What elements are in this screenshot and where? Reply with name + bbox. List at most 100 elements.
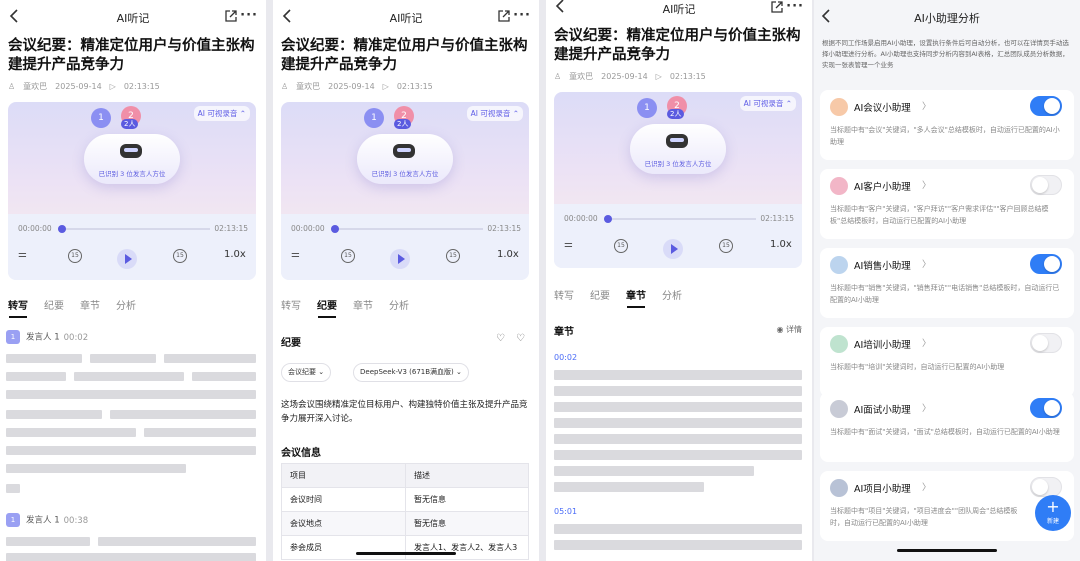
assistant-name: AI培训小助理 <box>854 340 911 351</box>
document-meta: ♙ 童欢巴 2025-09-14 ▷ 02:13:15 <box>554 71 714 82</box>
chevron-right-icon[interactable]: 〉 <box>922 99 931 112</box>
assistant-toggle[interactable] <box>1030 254 1062 274</box>
progress-thumb[interactable] <box>331 225 339 233</box>
table-header: 项目 <box>281 463 406 488</box>
more-icon[interactable]: ··· <box>240 8 258 23</box>
total-time: 02:13:15 <box>487 224 521 233</box>
record-duration: 02:13:15 <box>396 82 433 91</box>
playback-speed[interactable]: 1.0x <box>497 249 519 267</box>
chevron-right-icon[interactable]: 〉 <box>922 178 931 191</box>
settings-sliders-icon[interactable]: ⚌ <box>291 249 300 267</box>
ai-visual-recording-tag[interactable]: AI 可视录音 ⌃ <box>739 96 796 111</box>
author-icon: ♙ <box>281 82 289 91</box>
summary-text: 这场会议围绕精准定位目标用户、构建独特价值主张及提升产品竞争力展开深入讨论。 <box>281 400 528 424</box>
document-title: 会议纪要：精准定位用户与价值主张构建提升产品竞争力 <box>281 38 528 73</box>
detail-link[interactable]: ◉ 详情 <box>776 324 802 335</box>
thumbs-down-icon[interactable]: ♡ <box>496 333 505 344</box>
play-button[interactable] <box>663 239 683 259</box>
tab-analysis[interactable]: 分析 <box>662 291 682 302</box>
progress-bar[interactable] <box>58 225 210 233</box>
progress-bar[interactable] <box>604 215 756 223</box>
assistant-card[interactable]: AI培训小助理 〉 当标题中有"培训"关键词时，自动运行已配置的AI小助理 <box>820 327 1074 397</box>
assistant-toggle[interactable] <box>1030 333 1062 353</box>
playback-speed[interactable]: 1.0x <box>224 249 246 267</box>
tab-analysis[interactable]: 分析 <box>116 301 136 312</box>
table-cell: 参会成员 <box>281 535 406 560</box>
tab-chapters[interactable]: 章节 <box>626 291 646 302</box>
assistant-toggle[interactable] <box>1030 477 1062 497</box>
ai-visual-recording-tag[interactable]: AI 可视录音 ⌃ <box>193 106 250 121</box>
play-button[interactable] <box>390 249 410 269</box>
settings-sliders-icon[interactable]: ⚌ <box>564 239 573 257</box>
document-title: 会议纪要：精准定位用户与价值主张构建提升产品竞争力 <box>8 38 255 73</box>
tab-summary[interactable]: 纪要 <box>590 291 610 302</box>
assistant-card[interactable]: AI销售小助理 〉 当标题中有"销售"关键词，"销售拜访""电话销售"总结模板时… <box>820 248 1074 318</box>
table-cell: 暂无信息 <box>405 511 529 536</box>
speaker-detect-label: 已识别 3 位发言人方位 <box>644 160 712 168</box>
speaker-detect-label: 已识别 3 位发言人方位 <box>371 170 439 178</box>
tab-analysis[interactable]: 分析 <box>389 301 409 312</box>
chevron-right-icon[interactable]: 〉 <box>922 480 931 493</box>
tab-chapters[interactable]: 章节 <box>353 301 373 312</box>
chevron-right-icon[interactable]: 〉 <box>922 336 931 349</box>
assistant-toggle[interactable] <box>1030 175 1062 195</box>
settings-sliders-icon[interactable]: ⚌ <box>18 249 27 267</box>
transcript-screen: AI听记 ··· 会议纪要：精准定位用户与价值主张构建提升产品竞争力 ♙ 童欢巴 2… <box>0 0 266 561</box>
rewind-15-icon[interactable]: 15 <box>341 249 355 263</box>
assistant-name: AI项目小助理 <box>854 484 911 495</box>
rewind-15-icon[interactable]: 15 <box>614 239 628 253</box>
audio-player: AI 可视录音 ⌃ 1 2 2人 已识别 3 位发言人方位 00:00:00 0… <box>8 102 256 280</box>
tab-transcript[interactable]: 转写 <box>281 301 301 312</box>
share-icon[interactable] <box>224 9 238 23</box>
device-lens <box>120 144 142 158</box>
ai-visual-recording-tag[interactable]: AI 可视录音 ⌃ <box>466 106 523 121</box>
assistant-card[interactable]: AI会议小助理 〉 当标题中有"会议"关键词，"多人会议"总结模板时，自动运行已… <box>820 90 1074 160</box>
thumbs-up-icon[interactable]: ♡ <box>516 333 525 344</box>
assistant-avatar-icon <box>830 400 848 418</box>
meeting-info-title: 会议信息 <box>281 448 321 459</box>
template-select-label: 会议纪要 ⌄ <box>288 368 325 376</box>
assistant-toggle[interactable] <box>1030 398 1062 418</box>
device-lens <box>393 144 415 158</box>
top-bar: AI听记 ··· <box>273 0 539 34</box>
forward-15-icon[interactable]: 15 <box>446 249 460 263</box>
new-assistant-button[interactable]: + 新建 <box>1035 495 1071 531</box>
transcript-entry-header[interactable]: 1 发言人 1 00:02 <box>6 330 88 344</box>
assistant-toggle[interactable] <box>1030 96 1062 116</box>
progress-thumb[interactable] <box>58 225 66 233</box>
tab-transcript[interactable]: 转写 <box>554 291 574 302</box>
record-duration: 02:13:15 <box>669 72 706 81</box>
transcript-entry-header[interactable]: 1 发言人 1 00:38 <box>6 513 88 527</box>
forward-15-icon[interactable]: 15 <box>173 249 187 263</box>
speaker-1-marker[interactable]: 1 <box>91 108 111 128</box>
chevron-right-icon[interactable]: 〉 <box>922 257 931 270</box>
forward-15-icon[interactable]: 15 <box>719 239 733 253</box>
chapter-timestamp[interactable]: 05:01 <box>554 507 577 516</box>
assistant-card[interactable]: AI客户小助理 〉 当标题中有"客户"关键词，"客户拜访""客户需求评估""客户… <box>820 169 1074 239</box>
chevron-right-icon[interactable]: 〉 <box>922 401 931 414</box>
tab-chapters[interactable]: 章节 <box>80 301 100 312</box>
progress-bar[interactable] <box>331 225 483 233</box>
share-icon[interactable] <box>497 9 511 23</box>
tab-summary[interactable]: 纪要 <box>44 301 64 312</box>
playback-speed[interactable]: 1.0x <box>770 239 792 257</box>
rewind-15-icon[interactable]: 15 <box>68 249 82 263</box>
more-icon[interactable]: ··· <box>513 8 531 23</box>
template-select[interactable]: 会议纪要 ⌄ <box>281 363 332 382</box>
more-icon[interactable]: ··· <box>786 0 804 14</box>
tab-summary[interactable]: 纪要 <box>317 301 337 312</box>
assistant-card[interactable]: AI面试小助理 〉 当标题中有"面试"关键词，"面试"总结模板时，自动运行已配置… <box>820 392 1074 462</box>
tab-transcript[interactable]: 转写 <box>8 301 28 312</box>
table-cell: 发言人1、发言人2、发言人3 <box>405 535 529 560</box>
speaker-1-marker[interactable]: 1 <box>364 108 384 128</box>
model-select[interactable]: DeepSeek-V3 (671B满血版) ⌄ <box>353 363 469 382</box>
audio-player: AI 可视录音 ⌃ 1 2 2人 已识别 3 位发言人方位 00:00:00 0… <box>281 102 529 280</box>
chapter-timestamp[interactable]: 00:02 <box>554 353 577 362</box>
document-title: 会议纪要：精准定位用户与价值主张构建提升产品竞争力 <box>554 28 801 63</box>
progress-thumb[interactable] <box>604 215 612 223</box>
share-icon[interactable] <box>770 0 784 14</box>
play-button[interactable] <box>117 249 137 269</box>
table-cell: 会议地点 <box>281 511 406 536</box>
speaker-1-marker[interactable]: 1 <box>637 98 657 118</box>
author-name: 童欢巴 <box>569 72 594 81</box>
